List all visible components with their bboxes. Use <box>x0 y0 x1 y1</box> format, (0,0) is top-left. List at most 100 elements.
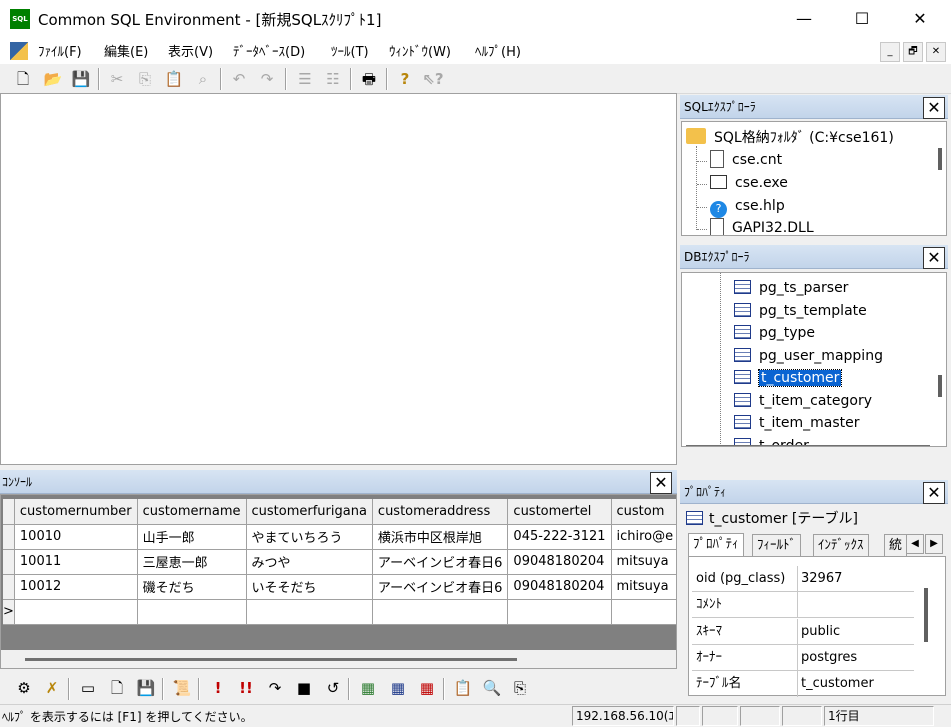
outdent-icon[interactable]: ☷ <box>322 68 344 90</box>
window-icon[interactable]: ▭ <box>76 676 100 700</box>
menu-view[interactable]: 表示(V) <box>168 41 213 60</box>
find-icon[interactable]: ⌕ <box>192 68 214 90</box>
menu-tools[interactable]: ﾂｰﾙ(T) <box>331 41 369 60</box>
result-grid[interactable]: customernumber customername customerfuri… <box>0 494 677 669</box>
tab-properties[interactable]: ﾌﾟﾛﾊﾟﾃｨ <box>688 533 744 557</box>
table-cell[interactable]: やまていちろう <box>246 524 373 550</box>
undo-icon[interactable]: ↶ <box>228 68 250 90</box>
table-cell[interactable]: みつや <box>246 549 373 575</box>
tree-item-table[interactable]: pg_type <box>734 322 815 344</box>
rollback-icon[interactable]: ↺ <box>321 676 345 700</box>
table-row[interactable]: 10012 磯そだち いそそだち アーベインビオ春日6 09048180204 … <box>3 574 676 600</box>
help-icon[interactable]: ? <box>394 68 416 90</box>
stop-icon[interactable]: ■ <box>292 676 316 700</box>
tab-indexes[interactable]: ｲﾝﾃﾞｯｸｽ <box>813 534 869 556</box>
db-explorer-scrollbar[interactable] <box>938 375 942 397</box>
db-explorer-tree[interactable]: pg_ts_parser pg_ts_template pg_type pg_u… <box>681 272 947 447</box>
tree-item-table[interactable]: pg_user_mapping <box>734 345 883 367</box>
print-icon[interactable]: 🖶 <box>358 68 380 90</box>
property-row[interactable]: ｺﾒﾝﾄ <box>692 592 914 618</box>
console-close-icon[interactable]: ✕ <box>650 472 672 494</box>
table-cell[interactable]: 09048180204 <box>507 574 612 600</box>
search-icon[interactable]: 🔍 <box>480 676 504 700</box>
property-row[interactable]: oid (pg_class) 32967 <box>692 566 914 592</box>
tree-item-table[interactable]: t_item_category <box>734 390 872 412</box>
connect-icon[interactable]: ⚙ <box>12 676 36 700</box>
column-header[interactable]: custom <box>611 499 676 525</box>
column-header[interactable]: customerfurigana <box>246 499 373 525</box>
table-cell[interactable]: ichiro@e <box>611 524 676 550</box>
tree-item-file[interactable]: GAPI32.DLL <box>710 217 814 235</box>
table-cell[interactable]: 10012 <box>14 574 138 600</box>
table-row[interactable]: 10010 山手一郎 やまていちろう 横浜市中区根岸旭 045-222-3121… <box>3 524 676 550</box>
menu-window[interactable]: ｳｨﾝﾄﾞｳ(W) <box>389 41 451 60</box>
script-icon[interactable]: 📜 <box>170 676 194 700</box>
paste-icon[interactable]: 📋 <box>163 68 185 90</box>
new-script-icon[interactable]: 🗋 <box>105 676 129 700</box>
tree-item-file[interactable]: cse.cnt <box>710 149 782 171</box>
execute-all-icon[interactable]: !! <box>234 676 258 700</box>
tree-item-table-selected[interactable]: t_customer <box>734 367 843 389</box>
new-row[interactable]: > <box>3 599 676 625</box>
grid-hscroll[interactable] <box>25 658 517 661</box>
table-cell[interactable]: アーベインビオ春日6 <box>372 574 509 600</box>
mdi-restore-button[interactable]: 🗗 <box>903 42 923 62</box>
maximize-button[interactable]: ☐ <box>833 0 891 38</box>
db-explorer-close-icon[interactable]: ✕ <box>923 247 945 269</box>
paste-sql-icon[interactable]: 📋 <box>451 676 475 700</box>
table-cell[interactable]: 山手一郎 <box>137 524 247 550</box>
indent-icon[interactable]: ☰ <box>294 68 316 90</box>
open-folder-icon[interactable]: 📂 <box>42 68 64 90</box>
table-cell[interactable]: 045-222-3121 <box>507 524 612 550</box>
save-icon[interactable]: 💾 <box>70 68 92 90</box>
table-cell[interactable]: 10010 <box>14 524 138 550</box>
tree-item-file[interactable]: ? cse.hlp <box>710 195 785 218</box>
column-header[interactable]: customertel <box>507 499 612 525</box>
property-row[interactable]: ﾃｰﾌﾞﾙ名 t_customer <box>692 671 914 697</box>
tree-item-file[interactable]: cse.exe <box>710 172 788 194</box>
copy-result-icon[interactable]: ⎘ <box>508 676 532 700</box>
mdi-close-button[interactable]: ✕ <box>926 42 946 62</box>
table-cell[interactable]: 10011 <box>14 549 138 575</box>
save-result-icon[interactable]: 💾 <box>134 676 158 700</box>
cut-icon[interactable]: ✂ <box>106 68 128 90</box>
execute-icon[interactable]: ! <box>206 676 230 700</box>
new-file-icon[interactable]: 🗋 <box>12 68 34 90</box>
column-header[interactable]: customeraddress <box>372 499 509 525</box>
table-row[interactable]: 10011 三屋恵一郎 みつや アーベインビオ春日6 09048180204 m… <box>3 549 676 575</box>
menu-help[interactable]: ﾍﾙﾌﾟ(H) <box>475 41 521 60</box>
context-help-icon[interactable]: ⇖? <box>422 68 444 90</box>
table-cell[interactable]: 横浜市中区根岸旭 <box>372 524 509 550</box>
import-table-icon[interactable]: ▦ <box>356 676 380 700</box>
table-cell[interactable]: 磯そだち <box>137 574 247 600</box>
property-row[interactable]: ｵｰﾅｰ postgres <box>692 645 914 671</box>
properties-scrollbar[interactable] <box>924 588 928 642</box>
table-cell[interactable]: mitsuya <box>611 549 676 575</box>
minimize-button[interactable]: — <box>775 0 833 38</box>
sql-explorer-scrollbar[interactable] <box>938 148 942 170</box>
column-header[interactable]: customernumber <box>14 499 138 525</box>
sql-explorer-tree[interactable]: SQL格納ﾌｫﾙﾀﾞ (C:¥cse161) cse.cnt cse.exe ?… <box>681 121 947 236</box>
table-cell[interactable]: いそそだち <box>246 574 373 600</box>
close-button[interactable]: ✕ <box>891 0 949 38</box>
tab-statistics[interactable]: 統 <box>884 534 908 556</box>
step-icon[interactable]: ↷ <box>263 676 287 700</box>
menu-database[interactable]: ﾃﾞｰﾀﾍﾞｰｽ(D) <box>233 41 305 60</box>
sql-explorer-close-icon[interactable]: ✕ <box>923 97 945 119</box>
disconnect-icon[interactable]: ✗ <box>40 676 64 700</box>
sql-editor[interactable] <box>0 93 677 465</box>
tab-fields[interactable]: ﾌｨｰﾙﾄﾞ <box>752 534 801 556</box>
property-row[interactable]: ｽｷｰﾏ public <box>692 619 914 645</box>
table-cell[interactable]: 09048180204 <box>507 549 612 575</box>
redo-icon[interactable]: ↷ <box>256 68 278 90</box>
tree-item-table[interactable]: pg_ts_parser <box>734 277 848 299</box>
properties-close-icon[interactable]: ✕ <box>923 482 945 504</box>
tab-scroll-left-icon[interactable]: ◀ <box>906 534 924 554</box>
table-cell[interactable]: 三屋恵一郎 <box>137 549 247 575</box>
column-header[interactable]: customername <box>137 499 247 525</box>
tree-item-root-folder[interactable]: SQL格納ﾌｫﾙﾀﾞ (C:¥cse161) <box>686 127 894 149</box>
table-edit-icon[interactable]: ▦ <box>415 676 439 700</box>
db-explorer-hscroll[interactable] <box>686 445 930 446</box>
tab-scroll-right-icon[interactable]: ▶ <box>925 534 943 554</box>
copy-icon[interactable]: ⎘ <box>134 68 156 90</box>
